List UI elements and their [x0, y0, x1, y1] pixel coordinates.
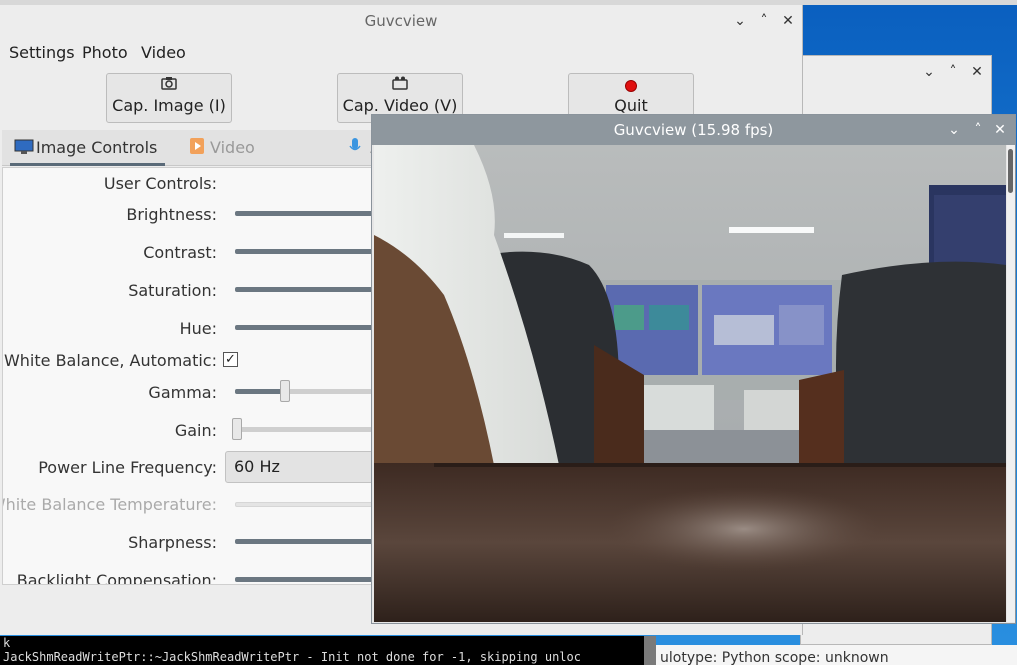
maximize-icon[interactable]: ˄: [756, 13, 772, 29]
video-window-title: Guvcview (15.98 fps): [613, 121, 774, 139]
menu-settings[interactable]: Settings: [9, 43, 75, 62]
window-title: Guvcview: [364, 12, 438, 30]
power-line-frequency-value: 60 Hz: [234, 457, 280, 476]
control-window-titlebar: Guvcview ⌄ ˄ ✕: [0, 5, 802, 37]
video-camera-icon: [338, 74, 462, 96]
saturation-label: Saturation:: [128, 281, 217, 300]
background-window-titlebar: ⌄ ˄ ✕: [801, 56, 991, 90]
contrast-label: Contrast:: [143, 243, 217, 262]
background-text-strip: ulotype: Python scope: unknown: [656, 645, 1017, 665]
video-scrollbar[interactable]: [1007, 145, 1015, 622]
white-balance-automatic-label: White Balance, Automatic:: [3, 351, 217, 370]
menu-photo[interactable]: Photo: [82, 43, 128, 62]
camera-preview-image: [374, 145, 1006, 622]
white-balance-automatic-checkbox[interactable]: ✓: [223, 352, 238, 367]
video-scrollbar-thumb[interactable]: [1008, 149, 1013, 193]
brightness-label: Brightness:: [126, 205, 217, 224]
menu-bar: Settings Photo Video: [0, 37, 802, 67]
menu-video[interactable]: Video: [141, 43, 186, 62]
maximize-icon[interactable]: ˄: [970, 122, 986, 138]
gamma-slider-handle[interactable]: [280, 380, 291, 402]
minimize-icon[interactable]: ⌄: [732, 13, 748, 29]
capture-image-button[interactable]: Cap. Image (I): [106, 73, 232, 123]
terminal-line: k: [3, 636, 11, 650]
monitor-icon: [14, 132, 34, 154]
terminal-output: k JackShmReadWritePtr::~JackShmReadWrite…: [0, 636, 644, 665]
terminal-line: JackShmReadWritePtr::~JackShmReadWritePt…: [3, 650, 581, 664]
video-preview-window: Guvcview (15.98 fps) ⌄ ˄ ✕: [371, 114, 1016, 624]
tab-video-controls[interactable]: Video Controls: [184, 130, 324, 193]
backlight-compensation-label: Backlight Compensation:: [16, 571, 217, 585]
gamma-slider-fill: [235, 389, 286, 394]
close-icon[interactable]: ✕: [780, 13, 796, 29]
power-line-frequency-label: Power Line Frequency:: [38, 458, 217, 477]
minimize-icon[interactable]: ⌄: [946, 122, 962, 138]
minimize-icon[interactable]: ⌄: [921, 64, 937, 80]
camera-icon: [107, 74, 231, 96]
white-balance-temperature-label: White Balance Temperature:: [2, 495, 217, 514]
capture-video-label: Cap. Video (V): [342, 96, 458, 115]
sharpness-label: Sharpness:: [128, 533, 217, 552]
quit-label: Quit: [614, 96, 648, 115]
microphone-icon: [348, 132, 368, 151]
capture-image-label: Cap. Image (I): [112, 96, 226, 115]
maximize-icon[interactable]: ˄: [945, 64, 961, 80]
gamma-label: Gamma:: [148, 383, 217, 402]
hue-label: Hue:: [179, 319, 217, 338]
video-window-titlebar: Guvcview (15.98 fps) ⌄ ˄ ✕: [372, 115, 1015, 145]
gain-slider-handle[interactable]: [232, 418, 242, 440]
video-file-icon: [188, 132, 208, 154]
close-icon[interactable]: ✕: [992, 122, 1008, 138]
close-icon[interactable]: ✕: [969, 64, 985, 80]
terminal-scrollbar[interactable]: [644, 636, 656, 665]
camera-scene-image: [374, 145, 1006, 622]
tab-image-controls[interactable]: Image Controls: [10, 130, 165, 166]
tab-image-controls-label: Image Controls: [36, 138, 158, 157]
record-dot-icon: [569, 74, 693, 96]
gain-label: Gain:: [174, 421, 217, 440]
check-icon: ✓: [225, 352, 236, 367]
user-controls-heading: User Controls:: [103, 174, 217, 193]
